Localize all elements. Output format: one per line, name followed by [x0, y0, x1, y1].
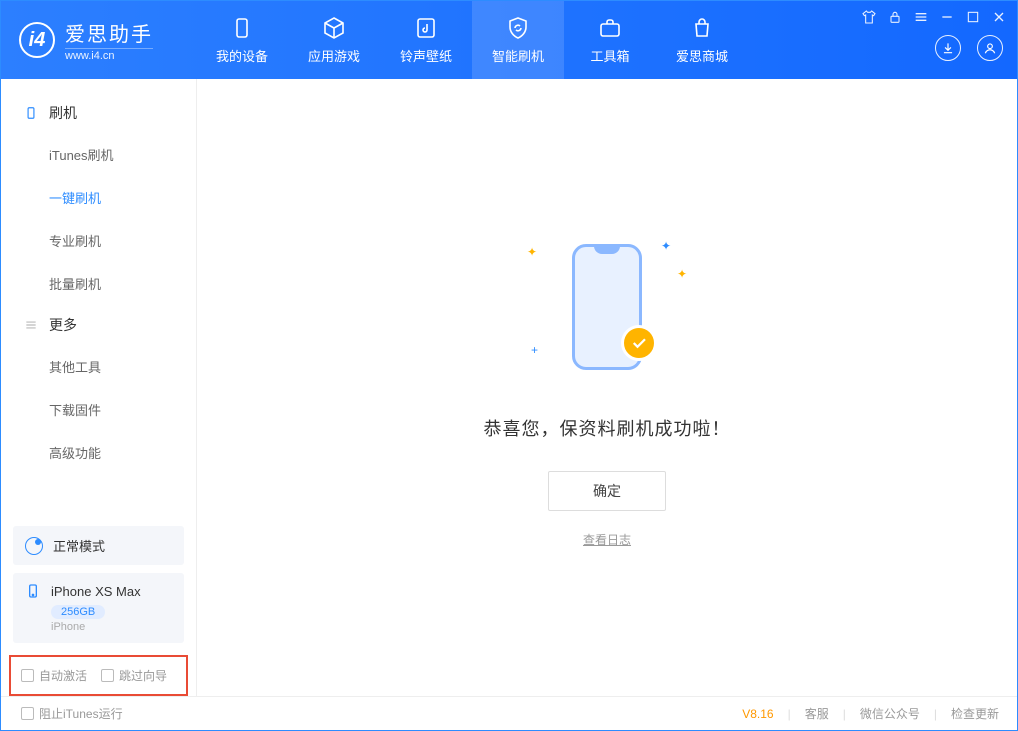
device-type: iPhone: [51, 621, 172, 633]
mode-row[interactable]: 正常模式: [13, 526, 184, 565]
footer-link-support[interactable]: 客服: [805, 705, 829, 722]
phone-outline-icon: [23, 105, 39, 121]
checkbox-auto-activate[interactable]: 自动激活: [21, 667, 87, 684]
cube-icon: [322, 16, 346, 40]
footer: 阻止iTunes运行 V8.16 | 客服 | 微信公众号 | 检查更新: [1, 696, 1017, 730]
download-button[interactable]: [935, 35, 961, 61]
app-header: i4 爱思助手 www.i4.cn 我的设备 应用游戏 铃声壁纸 智能刷机 工具…: [1, 1, 1017, 79]
sidebar-item-download-firmware[interactable]: 下载固件: [1, 388, 196, 431]
tab-label: 应用游戏: [308, 46, 360, 65]
highlight-options: 自动激活 跳过向导: [9, 655, 188, 696]
logo-text: 爱思助手 www.i4.cn: [65, 18, 153, 62]
header-tabs: 我的设备 应用游戏 铃声壁纸 智能刷机 工具箱 爱思商城: [196, 1, 748, 79]
checkbox-block-itunes[interactable]: 阻止iTunes运行: [21, 705, 123, 722]
device-name: iPhone XS Max: [51, 584, 141, 599]
close-icon[interactable]: [991, 9, 1007, 25]
checkbox-label: 自动激活: [39, 667, 87, 684]
success-illustration: ✦ ✦ + ✦: [517, 227, 697, 387]
list-icon: [23, 317, 39, 333]
tab-my-device[interactable]: 我的设备: [196, 1, 288, 79]
header-right-buttons: [935, 35, 1003, 61]
checkmark-badge-icon: [621, 325, 657, 361]
footer-left: 阻止iTunes运行: [21, 705, 123, 722]
app-name: 爱思助手: [65, 18, 153, 47]
footer-right: V8.16 | 客服 | 微信公众号 | 检查更新: [742, 705, 999, 722]
sidebar-item-batch-flash[interactable]: 批量刷机: [1, 262, 196, 305]
music-note-icon: [414, 16, 438, 40]
sparkle-icon: ✦: [661, 239, 671, 253]
sidebar: 刷机 iTunes刷机 一键刷机 专业刷机 批量刷机 更多 其他工具 下载固件 …: [1, 79, 196, 696]
sidebar-item-other-tools[interactable]: 其他工具: [1, 345, 196, 388]
sidebar-item-oneclick-flash[interactable]: 一键刷机: [1, 176, 196, 219]
sidebar-group-flash: 刷机: [1, 93, 196, 133]
sidebar-item-itunes-flash[interactable]: iTunes刷机: [1, 133, 196, 176]
sparkle-icon: +: [531, 343, 538, 357]
device-phone-icon: [25, 583, 41, 599]
maximize-icon[interactable]: [965, 9, 981, 25]
device-row[interactable]: iPhone XS Max 256GB iPhone: [13, 573, 184, 643]
checkbox-label: 阻止iTunes运行: [39, 705, 123, 722]
phone-icon: [230, 16, 254, 40]
view-log-link[interactable]: 查看日志: [583, 531, 631, 548]
mode-label: 正常模式: [53, 536, 105, 555]
shield-refresh-icon: [506, 16, 530, 40]
group-title-label: 更多: [49, 315, 77, 335]
sidebar-item-advanced[interactable]: 高级功能: [1, 431, 196, 474]
ok-button[interactable]: 确定: [548, 471, 666, 511]
user-button[interactable]: [977, 35, 1003, 61]
sparkle-icon: ✦: [527, 245, 537, 259]
success-message: 恭喜您，保资料刷机成功啦！: [484, 415, 731, 441]
sidebar-scroll: 刷机 iTunes刷机 一键刷机 专业刷机 批量刷机 更多 其他工具 下载固件 …: [1, 79, 196, 526]
menu-icon[interactable]: [913, 9, 929, 25]
main-content: ✦ ✦ + ✦ 恭喜您，保资料刷机成功啦！ 确定 查看日志: [196, 79, 1017, 696]
footer-link-update[interactable]: 检查更新: [951, 705, 999, 722]
device-panel: 正常模式 iPhone XS Max 256GB iPhone: [13, 526, 184, 643]
tab-toolbox[interactable]: 工具箱: [564, 1, 656, 79]
sidebar-item-pro-flash[interactable]: 专业刷机: [1, 219, 196, 262]
tab-ringtone-wallpaper[interactable]: 铃声壁纸: [380, 1, 472, 79]
tab-apps-games[interactable]: 应用游戏: [288, 1, 380, 79]
window-controls: [861, 9, 1007, 25]
tab-label: 我的设备: [216, 46, 268, 65]
tab-label: 智能刷机: [492, 46, 544, 65]
checkbox-label: 跳过向导: [119, 667, 167, 684]
checkbox-icon: [21, 707, 34, 720]
device-capacity: 256GB: [51, 605, 105, 619]
checkbox-skip-wizard[interactable]: 跳过向导: [101, 667, 167, 684]
bag-icon: [690, 16, 714, 40]
lock-icon[interactable]: [887, 9, 903, 25]
app-body: 刷机 iTunes刷机 一键刷机 专业刷机 批量刷机 更多 其他工具 下载固件 …: [1, 79, 1017, 696]
version-label: V8.16: [742, 707, 773, 721]
mode-normal-icon: [25, 537, 43, 555]
sparkle-icon: ✦: [677, 267, 687, 281]
separator: |: [788, 707, 791, 721]
tab-label: 工具箱: [590, 46, 629, 65]
tab-store[interactable]: 爱思商城: [656, 1, 748, 79]
app-domain: www.i4.cn: [65, 48, 153, 62]
tab-label: 铃声壁纸: [400, 46, 452, 65]
tab-smart-flash[interactable]: 智能刷机: [472, 1, 564, 79]
shirt-icon[interactable]: [861, 9, 877, 25]
minimize-icon[interactable]: [939, 9, 955, 25]
logo-area: i4 爱思助手 www.i4.cn: [1, 18, 196, 62]
checkbox-icon: [21, 669, 34, 682]
separator: |: [843, 707, 846, 721]
checkbox-icon: [101, 669, 114, 682]
footer-link-wechat[interactable]: 微信公众号: [860, 705, 920, 722]
sidebar-group-more: 更多: [1, 305, 196, 345]
briefcase-icon: [598, 16, 622, 40]
tab-label: 爱思商城: [676, 46, 728, 65]
group-title-label: 刷机: [49, 103, 77, 123]
separator: |: [934, 707, 937, 721]
logo-icon: i4: [19, 22, 55, 58]
